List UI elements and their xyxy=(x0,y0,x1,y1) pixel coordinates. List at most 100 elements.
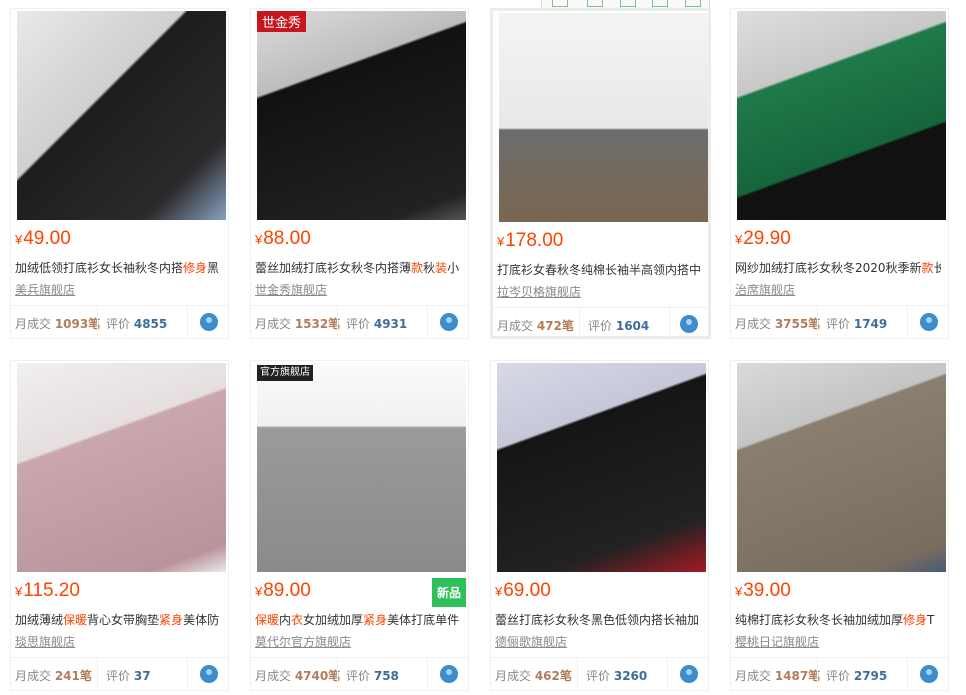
title-text: 网纱加绒打底衫女秋冬2020秋季新 xyxy=(735,261,922,275)
product-card[interactable]: ¥115.20 加绒薄绒保暖背心女带胸垫紧身美体防 琰思旗舰店月成交 241笔 评价 … xyxy=(10,360,229,691)
title-text: 黑 xyxy=(207,261,220,275)
divider xyxy=(817,658,818,691)
currency-symbol: ¥ xyxy=(255,584,263,599)
product-card[interactable]: ¥69.00 蕾丝打底衫女秋冬黑色低领内搭长袖加 德俪歌旗舰店 月成交 462笔 评价 … xyxy=(490,360,709,691)
price-value: 178.00 xyxy=(505,230,564,251)
product-image[interactable] xyxy=(737,11,946,220)
chat-icon[interactable] xyxy=(920,665,938,683)
title-keyword-highlight: 衣 xyxy=(291,613,304,627)
review-count-link[interactable]: 评价 3260 xyxy=(586,667,647,684)
currency-symbol: ¥ xyxy=(15,584,23,599)
product-card[interactable]: ¥49.00 加绒低领打底衫女长袖秋冬内搭修身黑 美兵旗舰店月成交 1093笔 评价 … xyxy=(10,8,229,339)
shop-name-link[interactable]: 德俪歌旗舰店 xyxy=(495,633,567,650)
monthly-sales-label: 月成交 xyxy=(255,669,295,683)
chat-icon[interactable] xyxy=(680,315,698,333)
monthly-sales-label: 月成交 xyxy=(495,669,535,683)
chat-icon[interactable] xyxy=(680,665,698,683)
shop-name-link[interactable]: 莫代尔官方旗舰店 xyxy=(255,633,351,650)
price-value: 89.00 xyxy=(263,580,311,601)
divider xyxy=(427,306,428,339)
monthly-sales-count: 1532笔 xyxy=(294,317,341,331)
review-label: 评价 xyxy=(826,317,851,331)
product-title-link[interactable]: 网纱加绒打底衫女秋冬2020秋季新款长 xyxy=(735,260,941,276)
product-card[interactable]: 世金秀 ¥88.00 蕾丝加绒打底衫女秋冬内搭薄款秋装小 世金秀旗舰店 月成交 1532… xyxy=(250,8,469,339)
divider xyxy=(337,658,338,691)
review-count-link[interactable]: 评价 758 xyxy=(346,667,399,684)
product-card[interactable]: ¥39.00 纯棉打底衫女秋冬长袖加绒加厚修身T 樱桃日记旗舰店 月成交 1487笔评… xyxy=(730,360,949,691)
divider xyxy=(427,658,428,691)
product-image[interactable] xyxy=(17,11,226,220)
shop-name-link[interactable]: 拉岑贝格旗舰店 xyxy=(497,283,581,300)
review-count: 1749 xyxy=(853,317,888,331)
review-count-link[interactable]: 评价 1604 xyxy=(588,317,649,334)
shop-name-link[interactable]: 美兵旗舰店 xyxy=(15,281,75,298)
product-price: ¥29.90 xyxy=(735,228,791,250)
shop-name-link[interactable]: 世金秀旗舰店 xyxy=(255,281,327,298)
monthly-sales-count: 241笔 xyxy=(54,669,92,683)
review-label: 评价 xyxy=(346,669,371,683)
review-count-link[interactable]: 评价 4931 xyxy=(346,315,407,332)
chat-icon[interactable] xyxy=(200,313,218,331)
product-stats: 月成交 241笔 评价 37 xyxy=(11,657,228,691)
review-label: 评价 xyxy=(588,319,613,333)
product-price: ¥89.00 xyxy=(255,580,311,602)
title-keyword-highlight: 修身 xyxy=(903,613,928,627)
product-image[interactable] xyxy=(497,363,706,572)
official-store-badge: 官方旗舰店 xyxy=(257,365,313,381)
product-card[interactable]: 官方旗舰店 新品 ¥89.00 保暖内衣女加绒加厚紧身美体打底单件 莫代尔官方旗舰店 月成… xyxy=(250,360,469,691)
review-label: 评价 xyxy=(106,317,131,331)
monthly-sales-label: 月成交 xyxy=(735,669,775,683)
divider xyxy=(667,658,668,691)
review-count-link[interactable]: 评价 37 xyxy=(106,667,151,684)
title-text: 长 xyxy=(933,261,941,275)
price-value: 88.00 xyxy=(263,228,311,249)
divider xyxy=(97,658,98,691)
product-image[interactable] xyxy=(499,13,708,222)
product-stats: 月成交 1093笔 评价 4855 xyxy=(11,305,228,339)
review-count-link[interactable]: 评价 2795 xyxy=(826,667,887,684)
divider xyxy=(337,306,338,339)
product-title-link[interactable]: 纯棉打底衫女秋冬长袖加绒加厚修身T xyxy=(735,612,941,628)
product-title-link[interactable]: 保暖内衣女加绒加厚紧身美体打底单件 xyxy=(255,612,461,628)
product-title-link[interactable]: 打底衫女春秋冬纯棉长袖半高领内搭中 xyxy=(497,262,703,278)
product-title-link[interactable]: 蕾丝打底衫女秋冬黑色低领内搭长袖加 xyxy=(495,612,701,628)
title-text: 蕾丝打底衫女秋冬黑色低领内搭长袖加 xyxy=(495,613,700,627)
product-grid: ¥49.00 加绒低领打底衫女长袖秋冬内搭修身黑 美兵旗舰店月成交 1093笔 评价 … xyxy=(0,0,966,695)
shop-name-link[interactable]: 樱桃日记旗舰店 xyxy=(735,633,819,650)
monthly-sales-count: 462笔 xyxy=(534,669,572,683)
price-value: 115.20 xyxy=(23,580,80,601)
product-image[interactable] xyxy=(17,363,226,572)
chat-icon[interactable] xyxy=(200,665,218,683)
product-image[interactable]: 官方旗舰店 xyxy=(257,363,466,572)
currency-symbol: ¥ xyxy=(735,584,743,599)
divider xyxy=(187,306,188,339)
currency-symbol: ¥ xyxy=(735,232,743,247)
chat-icon[interactable] xyxy=(440,313,458,331)
price-value: 49.00 xyxy=(23,228,71,249)
chat-icon[interactable] xyxy=(440,665,458,683)
title-keyword-highlight: 款 xyxy=(411,261,424,275)
monthly-sales: 月成交 3755笔 xyxy=(735,315,820,332)
review-count: 4855 xyxy=(133,317,168,331)
product-title-link[interactable]: 加绒低领打底衫女长袖秋冬内搭修身黑 xyxy=(15,260,221,276)
shop-name-link[interactable]: 治席旗舰店 xyxy=(735,281,795,298)
review-count-link[interactable]: 评价 4855 xyxy=(106,315,167,332)
product-title-link[interactable]: 蕾丝加绒打底衫女秋冬内搭薄款秋装小 xyxy=(255,260,461,276)
review-count-link[interactable]: 评价 1749 xyxy=(826,315,887,332)
currency-symbol: ¥ xyxy=(497,234,505,249)
title-keyword-highlight: 款 xyxy=(921,261,934,275)
monthly-sales-count: 3755笔 xyxy=(774,317,821,331)
chat-icon[interactable] xyxy=(920,313,938,331)
currency-symbol: ¥ xyxy=(15,232,23,247)
monthly-sales-count: 1487笔 xyxy=(774,669,821,683)
shop-name-link[interactable]: 琰思旗舰店 xyxy=(15,633,75,650)
monthly-sales: 月成交 472笔 xyxy=(497,317,574,334)
product-price: ¥39.00 xyxy=(735,580,791,602)
product-title-link[interactable]: 加绒薄绒保暖背心女带胸垫紧身美体防 xyxy=(15,612,221,628)
product-image[interactable]: 世金秀 xyxy=(257,11,466,220)
product-image[interactable] xyxy=(737,363,946,572)
product-card[interactable]: ¥29.90 网纱加绒打底衫女秋冬2020秋季新款长 治席旗舰店 月成交 3755笔评… xyxy=(730,8,949,339)
product-card[interactable]: ¥178.00 打底衫女春秋冬纯棉长袖半高领内搭中 拉岑贝格旗舰店 月成交 472笔评… xyxy=(490,8,711,341)
monthly-sales-label: 月成交 xyxy=(497,319,537,333)
product-stats: 月成交 1532笔 评价 4931 xyxy=(251,305,468,339)
